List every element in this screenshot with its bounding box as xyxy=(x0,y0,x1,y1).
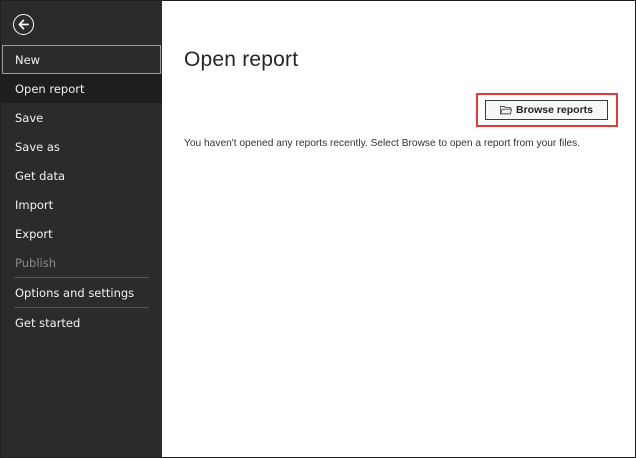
sidebar-item-export[interactable]: Export xyxy=(1,219,162,248)
sidebar-item-save-as[interactable]: Save as xyxy=(1,132,162,161)
sidebar-item-save[interactable]: Save xyxy=(1,103,162,132)
page-title: Open report xyxy=(184,48,299,71)
sidebar-item-import[interactable]: Import xyxy=(1,190,162,219)
sidebar-item-label: Save xyxy=(15,110,44,125)
sidebar-item-get-data[interactable]: Get data xyxy=(1,161,162,190)
browse-reports-label: Browse reports xyxy=(515,104,594,116)
sidebar-item-publish: Publish xyxy=(1,248,162,277)
sidebar-item-label: Get data xyxy=(15,168,66,183)
sidebar-item-new[interactable]: New xyxy=(2,45,161,74)
sidebar-item-label: Publish xyxy=(15,255,56,270)
sidebar-item-open-report[interactable]: Open report xyxy=(1,74,162,103)
main-content: Open report Browse reports You haven't o… xyxy=(162,1,635,457)
empty-state-message: You haven't opened any reports recently.… xyxy=(184,138,581,149)
app-window: New Open report Save Save as Get data Im… xyxy=(0,0,636,458)
sidebar-nav: New Open report Save Save as Get data Im… xyxy=(1,45,162,337)
sidebar-item-label: Get started xyxy=(15,315,81,330)
sidebar-item-label: Save as xyxy=(15,139,60,154)
sidebar-item-label: Options and settings xyxy=(15,285,135,300)
sidebar-item-label: New xyxy=(15,52,41,67)
browse-reports-button[interactable]: Browse reports xyxy=(485,100,608,120)
folder-open-icon xyxy=(499,105,512,115)
sidebar-item-options-and-settings[interactable]: Options and settings xyxy=(1,278,162,307)
arrow-left-icon xyxy=(18,19,29,30)
back-arrow-icon[interactable] xyxy=(13,14,34,35)
sidebar: New Open report Save Save as Get data Im… xyxy=(1,1,162,457)
sidebar-item-label: Import xyxy=(15,197,54,212)
sidebar-item-label: Export xyxy=(15,226,53,241)
sidebar-item-label: Open report xyxy=(15,81,85,96)
sidebar-item-get-started[interactable]: Get started xyxy=(1,308,162,337)
